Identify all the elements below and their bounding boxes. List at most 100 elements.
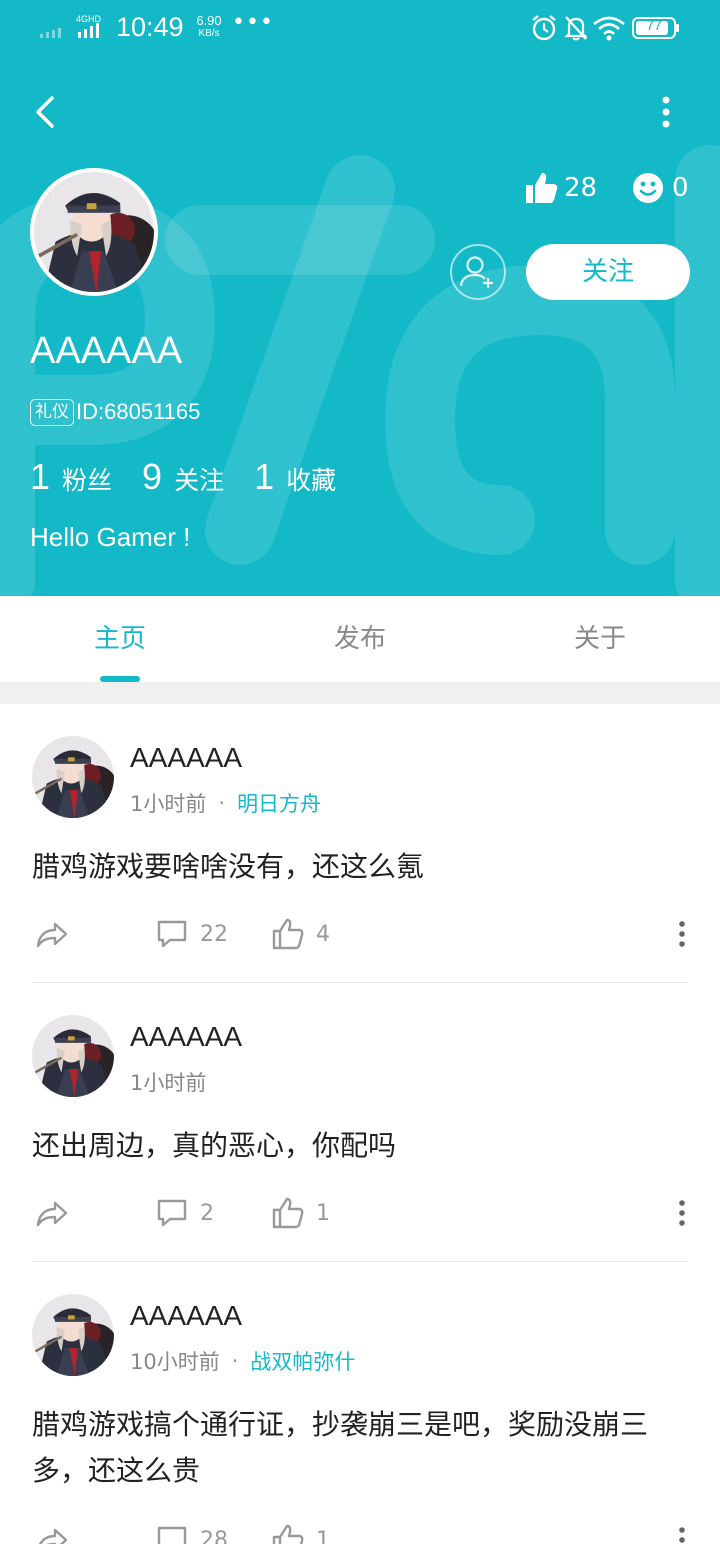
- stat-following[interactable]: 9 关注: [142, 456, 224, 498]
- kebab-menu-icon: [678, 1527, 686, 1544]
- profile-bio: Hello Gamer !: [30, 522, 191, 552]
- network-speed-value: 6.90: [196, 13, 222, 28]
- comment-icon: [154, 916, 190, 952]
- post-content[interactable]: 还出周边，真的恶心，你配吗: [32, 1123, 688, 1169]
- post-time: 10小时前: [130, 1350, 220, 1374]
- status-overflow-icon: •••: [232, 10, 274, 35]
- share-button[interactable]: [34, 914, 80, 954]
- tab-posts[interactable]: 发布: [240, 596, 480, 682]
- comment-button[interactable]: 28: [154, 1520, 228, 1544]
- meta-separator: ·: [218, 791, 226, 815]
- stat-following-count: 9: [142, 456, 163, 497]
- user-id: ID:68051165: [76, 399, 201, 424]
- tab-about[interactable]: 关于: [480, 596, 720, 682]
- share-button[interactable]: [34, 1520, 80, 1544]
- kebab-menu-icon: [678, 921, 686, 947]
- share-button[interactable]: [34, 1193, 80, 1233]
- stat-favorites[interactable]: 1 收藏: [254, 456, 336, 498]
- like-count: 1: [316, 1200, 330, 1226]
- signal-icon: 4GHD: [40, 14, 102, 38]
- post-author-avatar[interactable]: [32, 1294, 114, 1376]
- clock: 10:49: [116, 12, 184, 42]
- comment-button[interactable]: 22: [154, 914, 228, 954]
- post-author-avatar[interactable]: [32, 1015, 114, 1097]
- mute-bell-icon: [564, 16, 588, 41]
- post-actions: 22 4: [32, 914, 688, 954]
- profile-id-row: 礼仪 ID:68051165: [30, 397, 200, 427]
- add-user-icon: [459, 256, 493, 288]
- comment-icon: [154, 1195, 190, 1231]
- like-button[interactable]: 1: [270, 1193, 330, 1233]
- comment-count: 2: [200, 1200, 214, 1226]
- tab-home[interactable]: 主页: [0, 596, 240, 682]
- like-button[interactable]: 1: [270, 1520, 330, 1544]
- avatar-image: [32, 1015, 114, 1097]
- likes-count: 28: [564, 173, 598, 203]
- battery-level: 77: [646, 17, 662, 33]
- wifi-icon: [593, 16, 625, 41]
- post-meta: 1小时前: [130, 1067, 206, 1097]
- post-time: 1小时前: [130, 792, 207, 816]
- comment-button[interactable]: 2: [154, 1193, 214, 1233]
- post-author-name[interactable]: AAAAAA: [130, 1300, 242, 1332]
- follow-button[interactable]: 关注: [526, 244, 690, 300]
- profile-username: AAAAAA: [30, 330, 183, 372]
- share-icon: [34, 1195, 70, 1231]
- post-game-link[interactable]: 战双帕弥什: [250, 1346, 355, 1376]
- alarm-icon: [532, 15, 556, 41]
- user-tag-badge[interactable]: 礼仪: [30, 398, 74, 426]
- profile-avatar[interactable]: [30, 168, 158, 296]
- section-divider: [0, 682, 720, 704]
- post-actions: 28 1: [32, 1520, 688, 1544]
- post-divider: [32, 1261, 688, 1262]
- more-menu-icon[interactable]: [654, 92, 678, 132]
- back-arrow-icon[interactable]: [28, 92, 64, 132]
- post-divider: [32, 982, 688, 983]
- post-content[interactable]: 腊鸡游戏要啥啥没有，还这么氪: [32, 844, 688, 890]
- profile-stats: 1 粉丝 9 关注 1 收藏: [30, 456, 366, 500]
- profile-header: 4GHD 10:49 6.90 KB/s ••• 77 28 0 关注 AAAA…: [0, 0, 720, 596]
- avatar-image: [32, 1294, 114, 1376]
- stat-following-label: 关注: [174, 466, 225, 495]
- thumbs-up-icon: [270, 1195, 306, 1231]
- post-game-link[interactable]: 明日方舟: [237, 788, 321, 818]
- like-count: 1: [316, 1527, 330, 1544]
- post-author-name[interactable]: AAAAAA: [130, 1021, 242, 1053]
- post-more-button[interactable]: [672, 1193, 692, 1233]
- status-bar: 4GHD 10:49 6.90 KB/s ••• 77: [0, 0, 720, 56]
- comment-icon: [154, 1522, 190, 1544]
- post-actions: 2 1: [32, 1193, 688, 1233]
- thumbs-up-icon: [526, 173, 558, 203]
- avatar-image: [32, 736, 114, 818]
- post-more-button[interactable]: [672, 1520, 692, 1544]
- avatar-image: [34, 172, 154, 292]
- stat-fans-label: 粉丝: [62, 466, 113, 495]
- kebab-menu-icon: [678, 1200, 686, 1226]
- share-icon: [34, 916, 70, 952]
- post-author-avatar[interactable]: [32, 736, 114, 818]
- like-button[interactable]: 4: [270, 914, 330, 954]
- network-speed: 6.90 KB/s: [192, 14, 226, 40]
- post-content[interactable]: 腊鸡游戏搞个通行证，抄袭崩三是吧，奖励没崩三多，还这么贵: [32, 1402, 688, 1494]
- post-more-button[interactable]: [672, 914, 692, 954]
- emotes-count: 0: [672, 173, 689, 203]
- watermark-logo: [0, 145, 720, 596]
- post-author-name[interactable]: AAAAAA: [130, 742, 242, 774]
- post-meta: 10小时前 · 战双帕弥什: [130, 1346, 355, 1376]
- thumbs-up-icon: [270, 916, 306, 952]
- post-time: 1小时前: [130, 1071, 207, 1095]
- svg-text:4GHD: 4GHD: [76, 14, 102, 24]
- stat-favorites-label: 收藏: [286, 466, 337, 495]
- add-friend-button[interactable]: [450, 244, 506, 300]
- post-meta: 1小时前 · 明日方舟: [130, 788, 321, 818]
- profile-likes: 28: [524, 168, 597, 208]
- comment-count: 28: [200, 1527, 228, 1544]
- thumbs-up-icon: [270, 1522, 306, 1544]
- stat-fans-count: 1: [30, 456, 51, 497]
- network-speed-unit: KB/s: [198, 28, 220, 39]
- stat-fans[interactable]: 1 粉丝: [30, 456, 112, 498]
- comment-count: 22: [200, 921, 228, 947]
- share-icon: [34, 1522, 70, 1544]
- like-count: 4: [316, 921, 330, 947]
- meta-separator: ·: [231, 1349, 239, 1373]
